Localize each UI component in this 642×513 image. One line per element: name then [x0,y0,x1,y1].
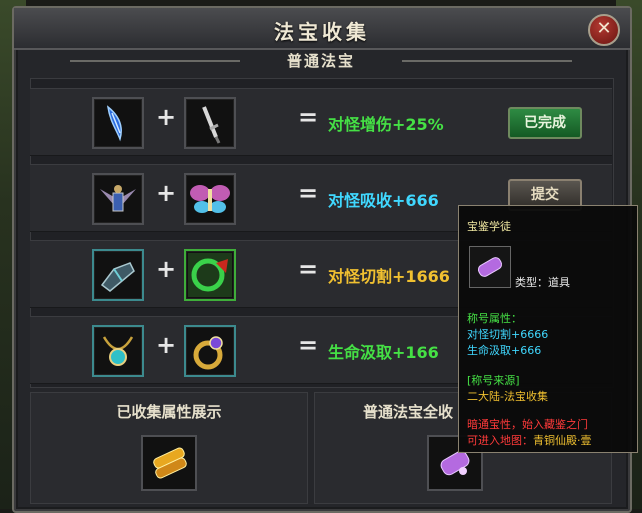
tooltip-attr-header: 称号属性： [467,312,522,325]
tooltip-attr-2: 生命汲取+666 [467,344,542,357]
plus-sign: + [156,331,177,359]
section-subtitle: 普通法宝 [286,52,355,70]
effect-label: 生命汲取+166 [328,343,439,362]
tooltip-item-type: 类型：道具 [515,276,570,289]
gold-ring-icon[interactable] [184,325,236,377]
collected-attributes-title: 已收集属性展示 [116,403,222,421]
window-title: 法宝收集 [274,20,370,44]
tooltip-map-value: 青铜仙殿·壹 [533,434,592,447]
plus-sign: + [156,103,177,131]
equals-sign: = [298,255,319,283]
tooltip-hint-1: 暗通宝性，始入藏鉴之门 [467,418,588,431]
plus-sign: + [156,255,177,283]
plus-sign: + [156,179,177,207]
sword-icon[interactable] [184,97,236,149]
tooltip-item-name: 宝鉴学徒 [467,220,511,233]
collected-attributes-panel: 已收集属性展示 [30,392,308,504]
blue-blade-icon[interactable] [92,97,144,149]
close-button[interactable]: ✕ [588,14,620,46]
tooltip-attr-1: 对怪切割+6666 [467,328,549,341]
fairy-wings-icon[interactable] [184,173,236,225]
tooltip-source-value: 二大陆-法宝收集 [467,390,548,403]
winged-armor-icon[interactable] [92,173,144,225]
effect-label: 对怪增伤+25% [328,115,444,134]
completed-button[interactable]: 已完成 [508,107,582,139]
recipe-row: + = 对怪增伤+25% 已完成 [30,88,612,156]
equals-sign: = [298,331,319,359]
purple-scroll-icon [469,246,511,288]
tooltip-hint-2: 可进入地图：青铜仙殿·壹 [467,432,592,448]
tooltip-map-label: 可进入地图： [467,434,533,447]
effect-label: 对怪吸收+666 [328,191,439,210]
gold-scroll-icon[interactable] [141,435,197,491]
green-bracelet-icon[interactable] [184,249,236,301]
equals-sign: = [298,103,319,131]
effect-label: 对怪切割+1666 [328,267,450,286]
tooltip-source-header: [称号来源] [467,374,520,387]
item-tooltip: 宝鉴学徒 类型：道具 称号属性： 对怪切割+6666 生命汲取+666 [称号来… [458,205,638,453]
necklace-icon[interactable] [92,325,144,377]
gauntlet-icon[interactable] [92,249,144,301]
section-header: 普通法宝 [30,44,612,78]
equals-sign: = [298,179,319,207]
